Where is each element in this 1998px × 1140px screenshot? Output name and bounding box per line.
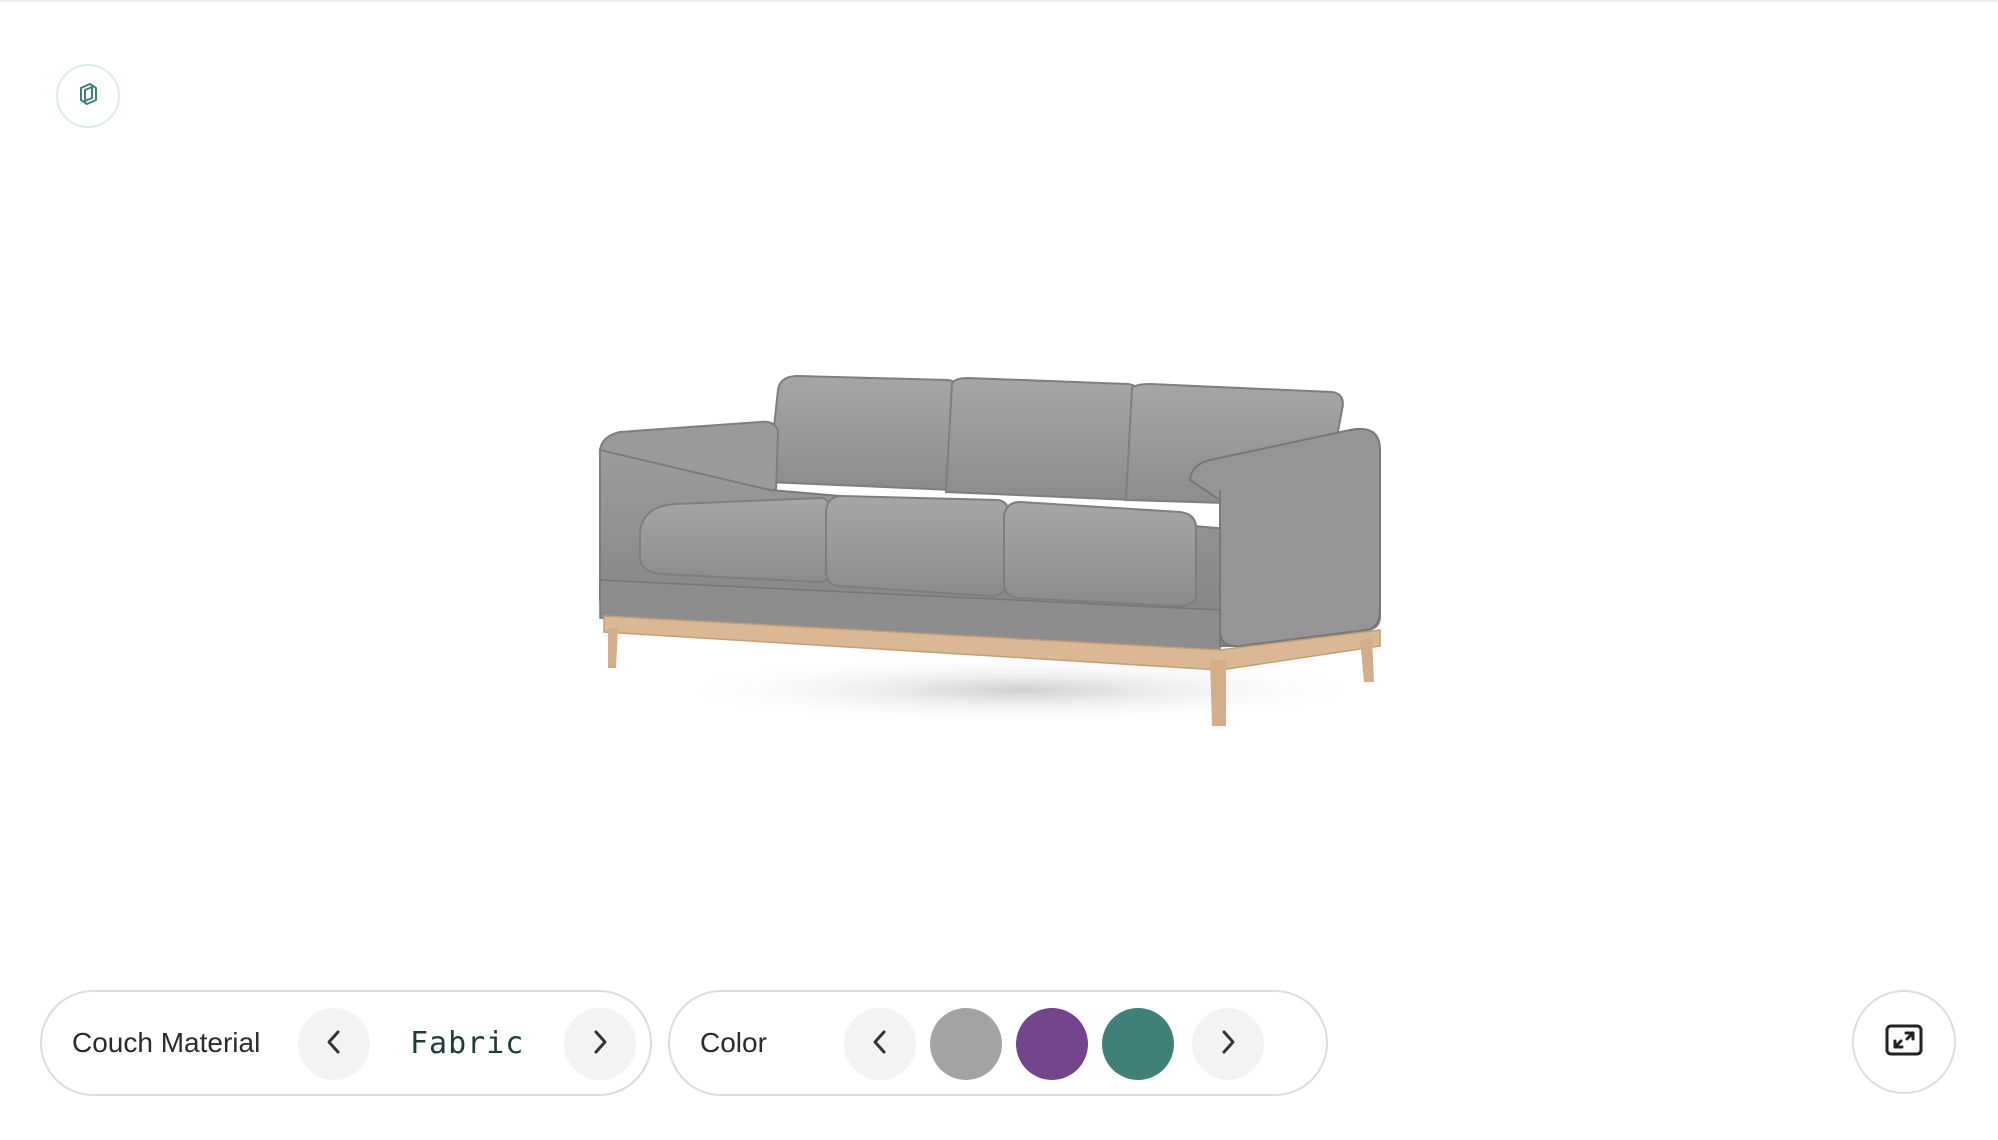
couch-image (598, 374, 1381, 726)
color-label: Color (700, 1027, 767, 1058)
cube-logo-icon (73, 79, 103, 114)
color-swatch-gray[interactable] (930, 1008, 1002, 1080)
color-next-button[interactable] (1192, 1008, 1264, 1080)
color-selector: Color (668, 990, 1328, 1096)
logo-button[interactable] (56, 64, 120, 128)
product-viewer[interactable] (580, 360, 1440, 760)
color-swatch-teal[interactable] (1102, 1008, 1174, 1080)
top-border (0, 0, 1998, 2)
chevron-right-icon (1217, 1029, 1239, 1060)
fullscreen-button[interactable] (1852, 990, 1956, 1094)
expand-icon (1884, 1023, 1924, 1062)
material-label: Couch Material (72, 1027, 261, 1058)
page: Couch Material Fabric Color (0, 0, 1998, 1140)
chevron-left-icon (323, 1029, 345, 1060)
material-next-button[interactable] (564, 1008, 636, 1080)
color-swatch-purple[interactable] (1016, 1008, 1088, 1080)
chevron-right-icon (589, 1029, 611, 1060)
material-selector: Couch Material Fabric (40, 990, 652, 1096)
chevron-left-icon (869, 1029, 891, 1060)
material-prev-button[interactable] (298, 1008, 370, 1080)
color-prev-button[interactable] (844, 1008, 916, 1080)
material-value: Fabric (410, 1025, 525, 1061)
